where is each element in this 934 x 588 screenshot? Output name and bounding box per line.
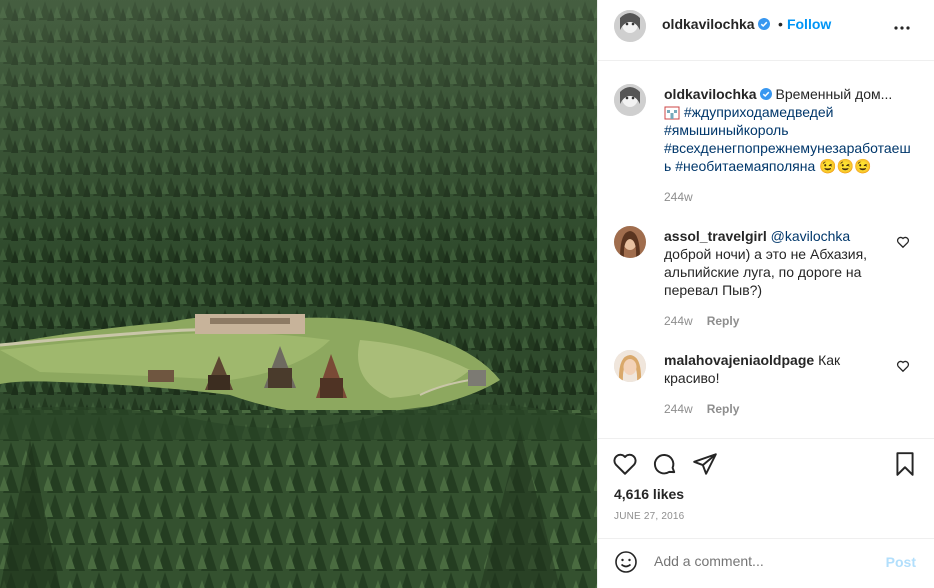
post-comment-button[interactable]: Post	[886, 554, 916, 570]
comment-bubble-icon[interactable]	[652, 451, 678, 477]
post-header: oldkavilochka • Follow	[598, 0, 934, 61]
comment-like-heart-icon[interactable]	[896, 359, 910, 373]
comment-meta: 244w Reply	[664, 314, 739, 328]
follow-button[interactable]: Follow	[787, 16, 831, 32]
hashtag-link[interactable]: #необитаемаяполяна	[675, 158, 815, 174]
forest-landscape-image	[0, 0, 597, 588]
comment-text: доброй ночи) а это не Абхазия, альпийски…	[664, 246, 868, 298]
post-caption: oldkavilochka Временный дом... #ждуприхо…	[664, 85, 914, 175]
mention-link[interactable]: @kavilochka	[771, 228, 851, 244]
heart-icon[interactable]	[612, 451, 638, 477]
comment-timestamp[interactable]: 244w	[664, 314, 693, 328]
emoji-smile-icon[interactable]	[614, 550, 638, 574]
commenter-avatar[interactable]	[614, 226, 646, 258]
comment-composer: Post	[598, 538, 934, 588]
post-sidebar: oldkavilochka • Follow oldkavilochka Врем…	[597, 0, 934, 588]
post-photo[interactable]	[0, 0, 597, 588]
caption-emojis: 😉😉😉	[819, 158, 872, 174]
comment-meta: 244w Reply	[664, 402, 739, 416]
post-actions: 4,616 likes JUNE 27, 2016	[598, 438, 934, 538]
separator-dot: •	[778, 16, 783, 32]
comment-timestamp[interactable]: 244w	[664, 402, 693, 416]
add-comment-input[interactable]	[654, 553, 854, 569]
house-emoji-icon	[664, 106, 680, 120]
bookmark-icon[interactable]	[892, 451, 918, 477]
reply-button[interactable]: Reply	[707, 402, 740, 416]
comment-author[interactable]: malahovajeniaoldpage	[664, 352, 814, 368]
caption-author-avatar[interactable]	[614, 84, 646, 116]
hashtag-link[interactable]: #ждуприходамедведей	[684, 104, 834, 120]
comment-item: malahovajeniaoldpage Как красиво!	[664, 351, 894, 387]
comment-author[interactable]: assol_travelgirl	[664, 228, 767, 244]
caption-text: Временный дом...	[775, 86, 893, 102]
reply-button[interactable]: Reply	[707, 314, 740, 328]
verified-badge-icon	[757, 18, 770, 30]
verified-badge-icon	[759, 88, 772, 100]
caption-timestamp[interactable]: 244w	[664, 190, 693, 204]
commenter-avatar[interactable]	[614, 350, 646, 382]
likes-count[interactable]: 4,616 likes	[614, 486, 684, 502]
comment-item: assol_travelgirl @kavilochka доброй ночи…	[664, 227, 894, 299]
post-date: JUNE 27, 2016	[614, 511, 685, 522]
hashtag-link[interactable]: #ямышиныйкороль	[664, 122, 789, 138]
paper-plane-icon[interactable]	[692, 451, 718, 477]
author-username[interactable]: oldkavilochka	[662, 16, 755, 32]
author-avatar[interactable]	[614, 10, 646, 42]
comment-like-heart-icon[interactable]	[896, 235, 910, 249]
caption-author-username[interactable]: oldkavilochka	[664, 86, 757, 102]
more-options-icon[interactable]	[890, 16, 914, 40]
